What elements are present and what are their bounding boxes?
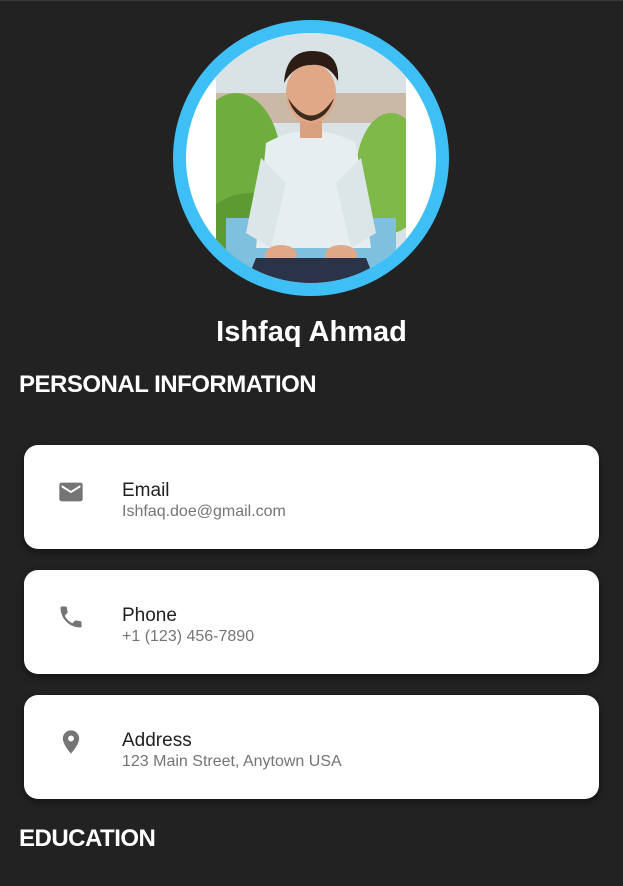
contact-card-phone[interactable]: Phone +1 (123) 456-7890 (24, 570, 599, 674)
contact-label: Email (122, 480, 170, 501)
profile-name: Ishfaq Ahmad (216, 316, 407, 348)
avatar-photo-frame (186, 33, 436, 283)
contact-value: 123 Main Street, Anytown USA (122, 753, 342, 770)
phone-icon (60, 606, 82, 628)
contact-label: Address (122, 730, 192, 751)
contact-card-email[interactable]: Email Ishfaq.doe@gmail.com (24, 445, 599, 549)
contact-label: Phone (122, 605, 177, 626)
contact-card-address[interactable]: Address 123 Main Street, Anytown USA (24, 695, 599, 799)
contact-value: Ishfaq.doe@gmail.com (122, 503, 286, 520)
top-divider (0, 0, 623, 1)
location-pin-icon (62, 730, 80, 754)
email-icon (59, 482, 83, 502)
section-title-personal-information: PERSONAL INFORMATION (19, 371, 317, 398)
section-title-education: EDUCATION (19, 825, 156, 852)
avatar (173, 20, 449, 296)
avatar-photo (216, 33, 406, 283)
contact-value: +1 (123) 456-7890 (122, 628, 255, 645)
